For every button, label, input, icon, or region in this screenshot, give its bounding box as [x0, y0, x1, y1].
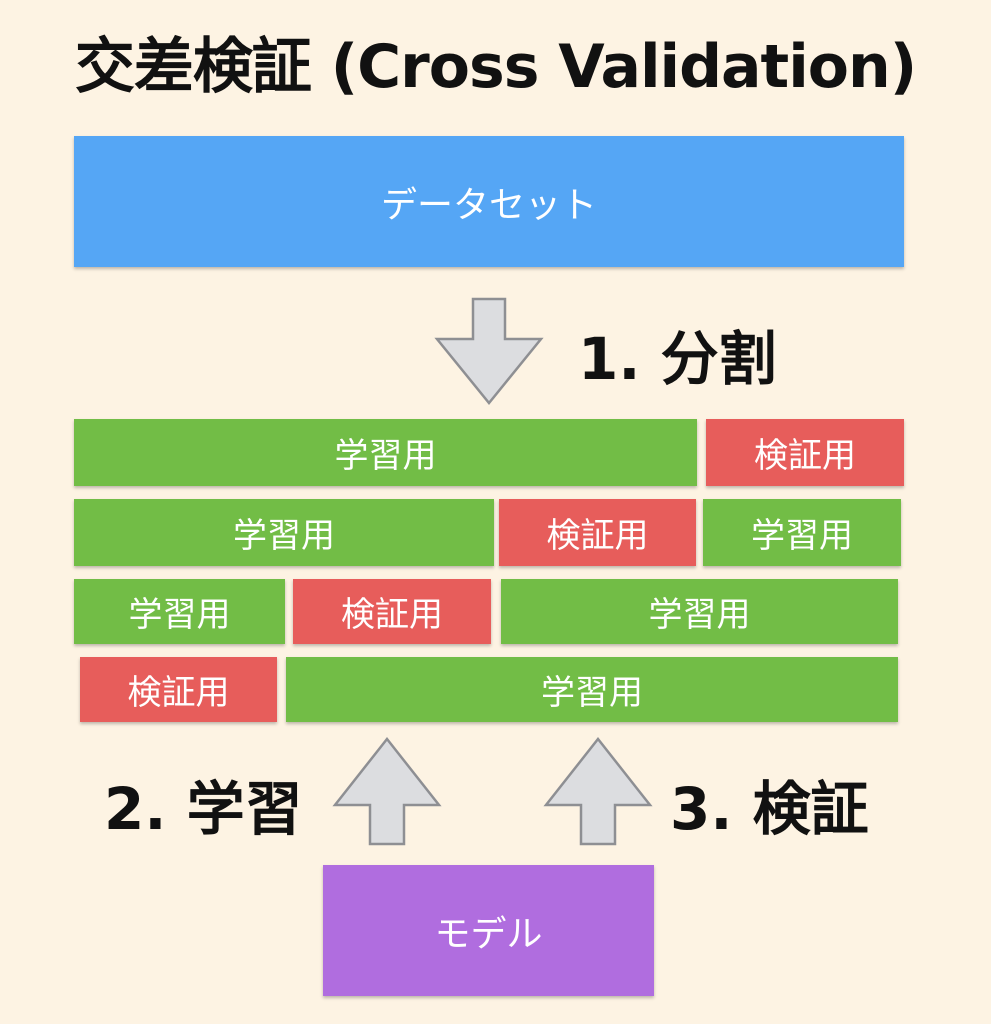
page-title: 交差検証 (Cross Validation) [74, 32, 917, 102]
model-label: モデル [434, 913, 543, 955]
step-train-label: 2. 学習 [104, 775, 303, 843]
step-split-label: 1. 分割 [578, 325, 777, 393]
train-segment: 学習用 [286, 657, 898, 722]
model-box: モデル [323, 865, 654, 996]
validation-segment: 検証用 [293, 579, 491, 644]
train-segment: 学習用 [501, 579, 898, 644]
train-segment: 学習用 [74, 499, 494, 566]
validation-segment: 検証用 [499, 499, 696, 566]
validation-segment: 検証用 [706, 419, 904, 486]
split-arrow-icon [434, 297, 544, 407]
train-arrow-icon [332, 737, 442, 847]
step-validate-label: 3. 検証 [670, 775, 869, 843]
dataset-label: データセット [380, 184, 597, 226]
train-segment: 学習用 [74, 419, 697, 486]
validation-segment: 検証用 [80, 657, 277, 722]
dataset-box: データセット [74, 136, 904, 267]
validate-arrow-icon [543, 737, 653, 847]
train-segment: 学習用 [74, 579, 285, 644]
train-segment: 学習用 [703, 499, 901, 566]
